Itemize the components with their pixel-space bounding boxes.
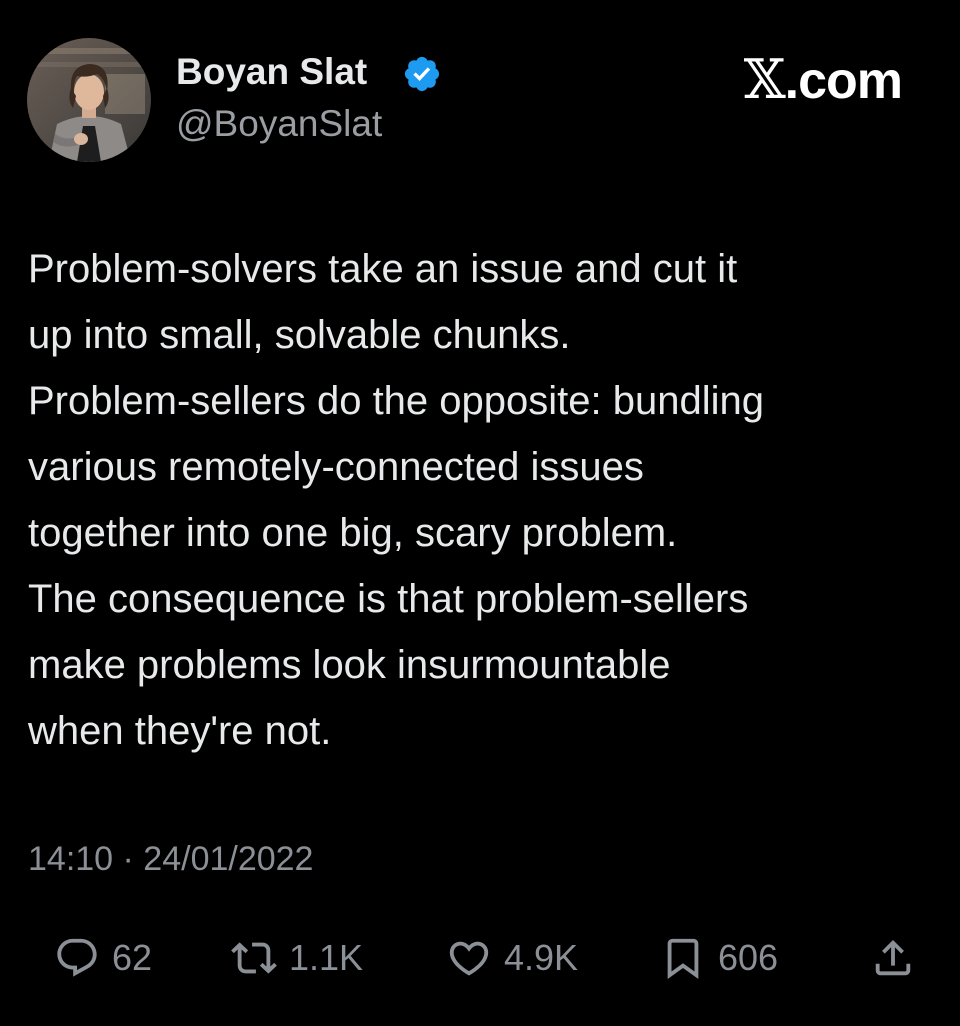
- retweet-count: 1.1K: [289, 937, 364, 978]
- retweet-button[interactable]: 1.1K: [231, 925, 363, 991]
- avatar[interactable]: [27, 38, 151, 162]
- retweet-icon: [231, 942, 277, 974]
- x-logo-icon: 𝕏: [743, 48, 786, 111]
- reply-button[interactable]: 62: [54, 925, 152, 991]
- tweet-timestamp[interactable]: 14:10 · 24/01/2022: [28, 840, 313, 879]
- tweet-line: make problems look insurmountable: [28, 643, 671, 687]
- bookmark-count: 606: [718, 937, 779, 978]
- avatar-photo: [27, 38, 151, 162]
- verified-badge-icon: [404, 56, 440, 92]
- bookmark-icon: [667, 938, 699, 979]
- share-icon: [875, 939, 911, 976]
- reply-icon: [57, 938, 97, 977]
- author-handle[interactable]: @BoyanSlat: [176, 103, 382, 145]
- like-count: 4.9K: [504, 937, 579, 978]
- display-name[interactable]: Boyan Slat: [176, 51, 367, 93]
- tweet-line: Problem-solvers take an issue and cut it: [28, 247, 738, 291]
- reply-count: 62: [112, 937, 153, 978]
- tweet-line: The consequence is that problem-sellers: [28, 577, 749, 621]
- share-button[interactable]: [870, 925, 916, 991]
- tweet-line: various remotely-connected issues: [28, 445, 644, 489]
- bookmark-button[interactable]: 606: [660, 925, 778, 991]
- tweet-text: Problem-solvers take an issue and cut it…: [28, 236, 938, 764]
- brand-domain: .com: [784, 52, 903, 110]
- heart-icon: [449, 941, 489, 976]
- tweet-line: Problem-sellers do the opposite: bundlin…: [28, 379, 764, 423]
- tweet-line: when they're not.: [28, 709, 332, 753]
- tweet-line: up into small, solvable chunks.: [28, 313, 571, 357]
- brand-logo: 𝕏.com: [743, 48, 903, 111]
- like-button[interactable]: 4.9K: [446, 925, 578, 991]
- action-bar: 62 1.1K 4.9K 606: [0, 925, 960, 991]
- tweet-line: together into one big, scary problem.: [28, 511, 678, 555]
